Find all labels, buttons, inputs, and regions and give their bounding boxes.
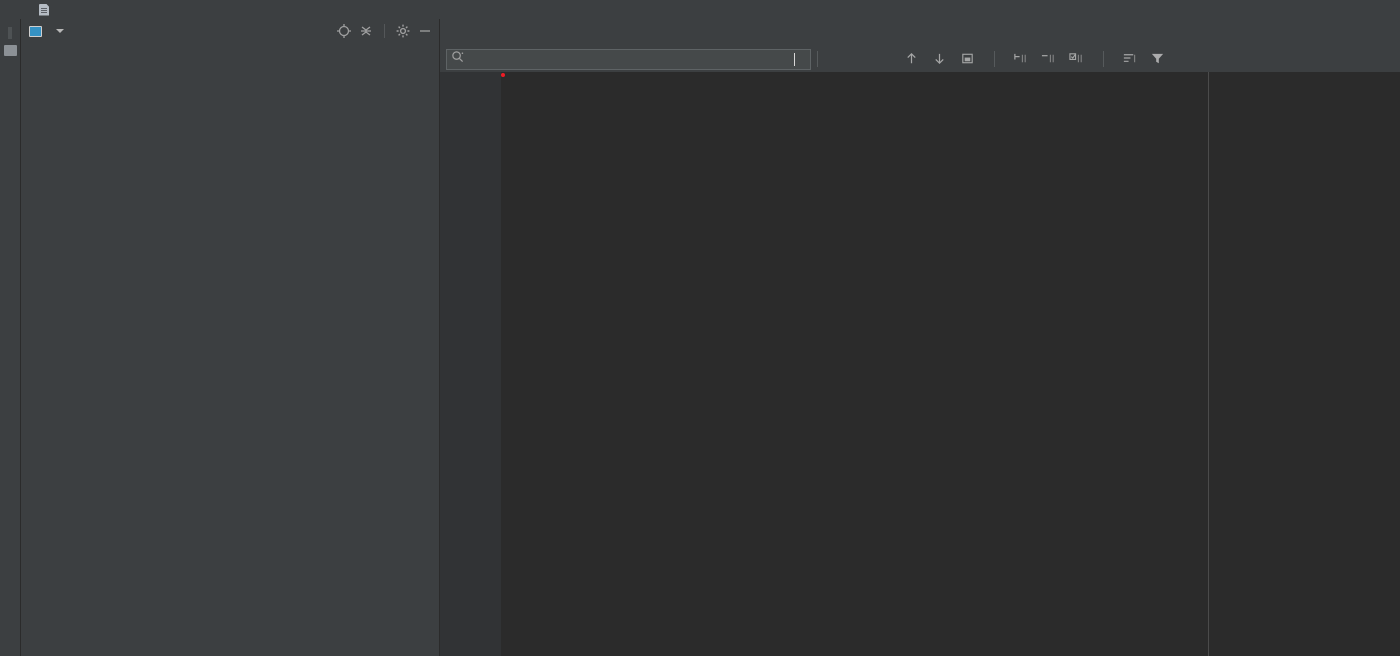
code-content[interactable] (501, 72, 1400, 656)
project-file-tree[interactable] (21, 43, 439, 656)
fold-gutter[interactable] (492, 72, 501, 656)
minimize-icon[interactable] (417, 23, 433, 39)
search-input[interactable] (446, 48, 811, 70)
breadcrumb-item-file[interactable] (36, 4, 57, 16)
divider (384, 24, 385, 38)
collapse-all-icon[interactable] (358, 23, 374, 39)
find-toolbar (440, 46, 1400, 72)
tool-window-button-project[interactable] (8, 27, 12, 39)
text-caret (794, 52, 795, 66)
divider (1103, 51, 1104, 67)
right-margin-line (1208, 72, 1209, 656)
project-tool-window (21, 19, 440, 656)
code-editor[interactable] (440, 72, 1400, 656)
editor-tab-bar[interactable] (440, 19, 1400, 46)
structure-icon[interactable] (3, 45, 17, 56)
gear-icon[interactable] (395, 23, 411, 39)
editor-area (440, 19, 1400, 656)
editor-scrollbar[interactable] (1388, 72, 1400, 656)
chevron-down-icon[interactable] (56, 29, 64, 33)
search-icon (451, 50, 464, 68)
left-tool-strip (0, 19, 21, 656)
filter-button[interactable] (1150, 51, 1166, 67)
annotation-red-rectangle (501, 73, 505, 77)
project-panel-header (21, 19, 439, 43)
divider (817, 51, 818, 67)
filter-results-button[interactable] (1122, 51, 1138, 67)
select-all-occurrences-button[interactable] (960, 51, 976, 67)
add-line-button[interactable] (1013, 51, 1029, 67)
project-icon (29, 25, 42, 37)
remove-line-button[interactable] (1041, 51, 1057, 67)
file-icon (39, 4, 49, 16)
line-number-gutter (440, 72, 492, 656)
idea-window (0, 0, 1400, 656)
locate-icon[interactable] (336, 23, 352, 39)
divider (994, 51, 995, 67)
find-next-button[interactable] (932, 51, 948, 67)
find-previous-button[interactable] (904, 51, 920, 67)
select-lines-button[interactable] (1069, 51, 1085, 67)
breadcrumb (0, 0, 1400, 19)
